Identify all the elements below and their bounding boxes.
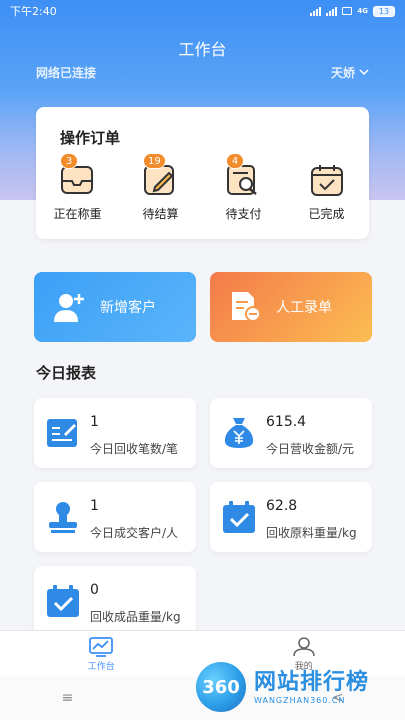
stat-card-product-weight: 0 回收成品重量/kg bbox=[34, 566, 196, 636]
document-edit-icon bbox=[228, 290, 262, 324]
chevron-down-icon bbox=[359, 69, 369, 76]
order-item-pending-payment[interactable]: 4 待支付 bbox=[202, 153, 285, 222]
tab-workbench[interactable]: 工作台 bbox=[0, 631, 203, 676]
add-customer-button[interactable]: 新增客户 bbox=[34, 272, 196, 342]
money-bag-icon bbox=[224, 418, 254, 448]
status-icons: 4G 13 bbox=[310, 5, 395, 17]
stat-label: 回收原料重量/kg bbox=[266, 526, 357, 540]
order-badge: 19 bbox=[143, 153, 166, 169]
date-filter-label: 天娇 bbox=[330, 65, 355, 80]
sim-icon bbox=[342, 7, 353, 15]
stat-card-revenue: 615.4 今日营收金额/元 bbox=[210, 398, 372, 468]
calendar-check-icon bbox=[223, 501, 255, 533]
signal-icon bbox=[310, 6, 322, 16]
user-icon bbox=[292, 637, 315, 657]
order-item-label: 已完成 bbox=[308, 207, 345, 221]
ledger-pen-icon bbox=[47, 419, 77, 447]
order-badge: 4 bbox=[226, 153, 244, 169]
stat-value: 615.4 bbox=[266, 414, 307, 430]
order-item-label: 待结算 bbox=[142, 207, 179, 221]
connection-status: 网络已连接 bbox=[36, 65, 97, 80]
order-item-weighing[interactable]: 3 正在称重 bbox=[36, 153, 119, 222]
order-card: 操作订单 3 正在称重 19 待结算 4 待支付 已完成 bbox=[36, 107, 369, 239]
stat-value: 62.8 bbox=[266, 498, 298, 514]
header-subrow: 网络已连接 天娇 bbox=[0, 64, 405, 80]
date-filter-dropdown[interactable]: 天娇 bbox=[331, 64, 369, 80]
order-item-label: 待支付 bbox=[225, 207, 262, 221]
add-user-icon bbox=[52, 290, 86, 324]
menu-icon[interactable]: ≡ bbox=[56, 690, 80, 706]
status-bar: 下午2:40 4G 13 bbox=[0, 0, 405, 22]
stat-card-customers: 1 今日成交客户/人 bbox=[34, 482, 196, 552]
manual-entry-button[interactable]: 人工录单 bbox=[210, 272, 372, 342]
manual-entry-label: 人工录单 bbox=[276, 300, 332, 316]
page-title: 工作台 bbox=[178, 40, 227, 59]
order-item-pending-settlement[interactable]: 19 待结算 bbox=[119, 153, 202, 222]
watermark-cn: 网站排行榜 bbox=[254, 669, 370, 695]
battery-icon: 13 bbox=[373, 5, 395, 17]
stat-value: 0 bbox=[90, 582, 99, 598]
report-title: 今日报表 bbox=[36, 364, 97, 382]
stat-card-recycle-count: 1 今日回收笔数/笔 bbox=[34, 398, 196, 468]
customer-stamp-icon bbox=[49, 502, 77, 533]
order-items: 3 正在称重 19 待结算 4 待支付 已完成 bbox=[36, 153, 369, 222]
stat-label: 今日营收金额/元 bbox=[266, 442, 355, 456]
watermark-logo: 360 bbox=[196, 662, 246, 712]
stat-label: 回收成品重量/kg bbox=[90, 610, 181, 624]
tab-label: 工作台 bbox=[87, 662, 115, 672]
watermark-text: 网站排行榜 WANGZHAN360.CN bbox=[254, 670, 369, 705]
signal-icon-2 bbox=[326, 6, 338, 16]
order-item-completed[interactable]: 已完成 bbox=[285, 163, 368, 222]
order-card-title: 操作订单 bbox=[60, 129, 121, 147]
add-customer-label: 新增客户 bbox=[100, 300, 156, 316]
network-tag: 4G bbox=[357, 6, 368, 15]
calendar-check-icon bbox=[310, 165, 343, 196]
status-time: 下午2:40 bbox=[10, 5, 57, 18]
stat-value: 1 bbox=[90, 414, 99, 430]
watermark: 360 网站排行榜 WANGZHAN360.CN bbox=[196, 656, 405, 718]
dashboard-icon bbox=[89, 637, 114, 657]
order-item-label: 正在称重 bbox=[53, 207, 102, 221]
stat-label: 今日成交客户/人 bbox=[90, 526, 179, 540]
order-badge: 3 bbox=[60, 153, 78, 169]
stat-label: 今日回收笔数/笔 bbox=[90, 442, 179, 456]
stat-card-raw-weight: 62.8 回收原料重量/kg bbox=[210, 482, 372, 552]
watermark-en: WANGZHAN360.CN bbox=[254, 695, 346, 705]
calendar-check-icon bbox=[47, 585, 79, 617]
stat-value: 1 bbox=[90, 498, 99, 514]
